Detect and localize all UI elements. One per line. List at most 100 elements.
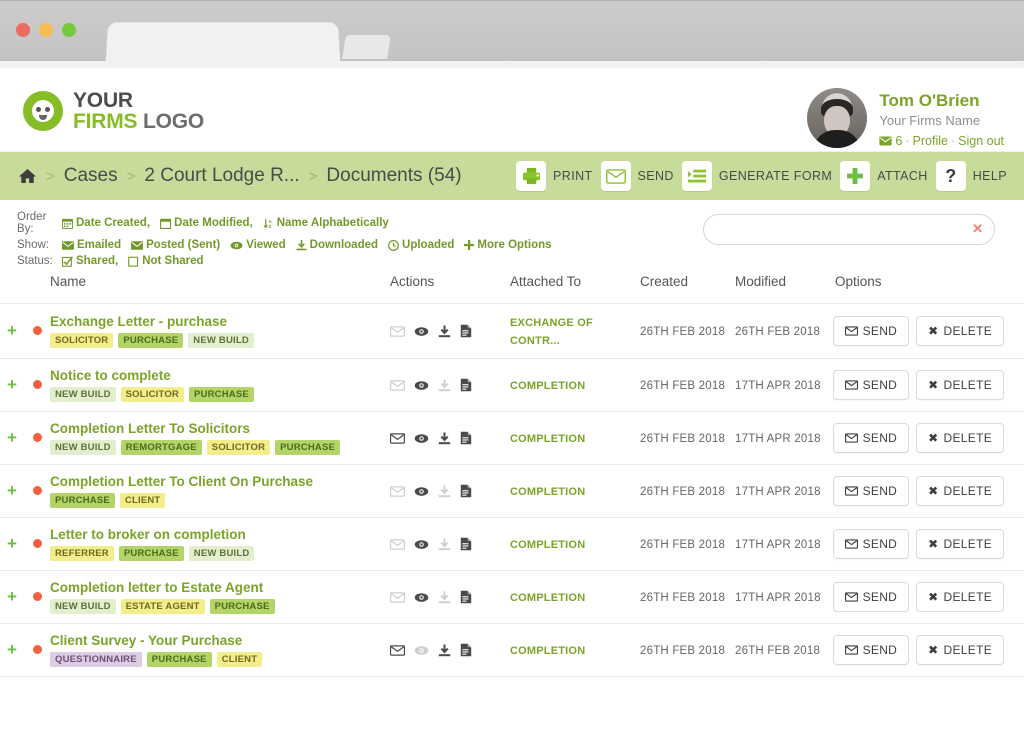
status-dot-icon[interactable] (32, 539, 42, 548)
download-icon[interactable] (438, 538, 451, 551)
status-dot-icon[interactable] (32, 592, 42, 601)
eye-icon[interactable] (414, 539, 429, 550)
filter-more-options[interactable]: More Options (464, 239, 552, 251)
document-tag[interactable]: ESTATE AGENT (120, 599, 205, 614)
status-dot-icon[interactable] (32, 380, 42, 389)
document-title-link[interactable]: Exchange Letter - purchase (50, 314, 390, 329)
attached-to-link[interactable]: COMPLETION (510, 486, 585, 498)
document-title-link[interactable]: Notice to complete (50, 368, 390, 383)
document-icon[interactable] (460, 378, 472, 392)
document-icon[interactable] (460, 643, 472, 657)
eye-icon[interactable] (414, 645, 429, 656)
site-logo[interactable]: YOUR FIRMS LOGO (23, 90, 204, 132)
document-title-link[interactable]: Completion Letter To Solicitors (50, 421, 390, 436)
filter-uploaded[interactable]: Uploaded (388, 239, 454, 251)
document-icon[interactable] (460, 537, 472, 551)
document-tag[interactable]: PURCHASE (189, 387, 254, 402)
attached-to-link[interactable]: COMPLETION (510, 645, 585, 657)
filter-viewed[interactable]: Viewed (230, 239, 286, 251)
row-delete-button[interactable]: ✖ DELETE (916, 529, 1004, 559)
row-send-button[interactable]: SEND (832, 529, 910, 559)
document-tag[interactable]: NEW BUILD (188, 333, 254, 348)
minimize-window-button[interactable] (39, 23, 53, 37)
new-tab-button[interactable] (342, 35, 391, 59)
document-tag[interactable]: QUESTIONNAIRE (50, 652, 142, 667)
row-send-button[interactable]: SEND (832, 370, 910, 400)
row-send-button[interactable]: SEND (832, 635, 910, 665)
document-tag[interactable]: NEW BUILD (188, 546, 255, 561)
expand-row-icon[interactable]: + (7, 587, 17, 606)
breadcrumb-documents[interactable]: Documents (54) (326, 165, 461, 187)
filter-posted-sent[interactable]: Posted (Sent) (131, 239, 220, 251)
email-icon[interactable] (390, 432, 405, 444)
row-send-button[interactable]: SEND (832, 423, 910, 453)
eye-icon[interactable] (414, 380, 429, 391)
expand-row-icon[interactable]: + (7, 321, 17, 340)
email-icon[interactable] (390, 485, 405, 497)
row-send-button[interactable]: SEND (832, 476, 910, 506)
help-button[interactable]: ? HELP (935, 161, 1007, 191)
document-icon[interactable] (460, 484, 472, 498)
home-icon[interactable] (18, 168, 37, 184)
email-icon[interactable] (390, 591, 405, 603)
filter-shared[interactable]: Shared, (62, 255, 118, 267)
document-tag[interactable]: PURCHASE (118, 333, 184, 348)
attached-to-link[interactable]: EXCHANGE OF CONTR... (510, 317, 593, 347)
filter-emailed[interactable]: Emailed (62, 239, 121, 251)
row-delete-button[interactable]: ✖ DELETE (916, 316, 1004, 346)
sign-out-link[interactable]: Sign out (958, 131, 1004, 151)
filter-not-shared[interactable]: Not Shared (128, 255, 204, 267)
download-icon[interactable] (438, 379, 451, 392)
download-icon[interactable] (438, 325, 451, 338)
row-delete-button[interactable]: ✖ DELETE (916, 370, 1004, 400)
document-tag[interactable]: SOLICITOR (50, 333, 114, 348)
maximize-window-button[interactable] (62, 23, 76, 37)
attached-to-link[interactable]: COMPLETION (510, 433, 585, 445)
row-delete-button[interactable]: ✖ DELETE (916, 582, 1004, 612)
status-dot-icon[interactable] (32, 326, 42, 335)
eye-icon[interactable] (414, 433, 429, 444)
eye-icon[interactable] (414, 592, 429, 603)
document-tag[interactable]: CLIENT (119, 493, 166, 508)
document-tag[interactable]: PURCHASE (209, 599, 275, 614)
document-tag[interactable]: CLIENT (216, 652, 263, 667)
profile-link[interactable]: Profile (913, 131, 948, 151)
document-tag[interactable]: PURCHASE (118, 546, 184, 561)
filter-downloaded[interactable]: Downloaded (296, 239, 378, 251)
th-modified[interactable]: Modified (735, 266, 835, 304)
document-tag[interactable]: REMORTGAGE (120, 440, 202, 455)
download-icon[interactable] (438, 591, 451, 604)
print-button[interactable]: PRINT (516, 161, 593, 191)
document-title-link[interactable]: Completion Letter To Client On Purchase (50, 474, 390, 489)
search-input[interactable] (703, 214, 995, 245)
expand-row-icon[interactable]: + (7, 428, 17, 447)
breadcrumb-cases[interactable]: Cases (64, 165, 118, 187)
document-tag[interactable]: PURCHASE (146, 652, 212, 667)
document-icon[interactable] (460, 431, 472, 445)
clear-search-icon[interactable]: ✕ (972, 221, 983, 237)
filter-name-alphabetically[interactable]: AZ Name Alphabetically (263, 217, 389, 229)
generate-form-button[interactable]: GENERATE FORM (681, 161, 832, 191)
expand-row-icon[interactable]: + (7, 375, 17, 394)
status-dot-icon[interactable] (32, 645, 42, 654)
document-title-link[interactable]: Letter to broker on completion (50, 527, 390, 542)
document-tag[interactable]: PURCHASE (275, 440, 341, 455)
th-name[interactable]: Name (50, 266, 390, 304)
document-tag[interactable]: SOLICITOR (206, 440, 271, 455)
document-tag[interactable]: NEW BUILD (50, 387, 116, 402)
attached-to-link[interactable]: COMPLETION (510, 592, 585, 604)
breadcrumb-case[interactable]: 2 Court Lodge R... (144, 165, 299, 187)
document-tag[interactable]: NEW BUILD (50, 440, 116, 455)
row-delete-button[interactable]: ✖ DELETE (916, 635, 1004, 665)
document-icon[interactable] (460, 324, 472, 338)
document-icon[interactable] (460, 590, 472, 604)
attached-to-link[interactable]: COMPLETION (510, 539, 585, 551)
email-icon[interactable] (390, 538, 405, 550)
attached-to-link[interactable]: COMPLETION (510, 380, 585, 392)
expand-row-icon[interactable]: + (7, 481, 17, 500)
document-tag[interactable]: NEW BUILD (50, 599, 116, 614)
status-dot-icon[interactable] (32, 433, 42, 442)
document-tag[interactable]: PURCHASE (50, 493, 115, 508)
row-send-button[interactable]: SEND (832, 316, 910, 346)
status-dot-icon[interactable] (32, 486, 42, 495)
